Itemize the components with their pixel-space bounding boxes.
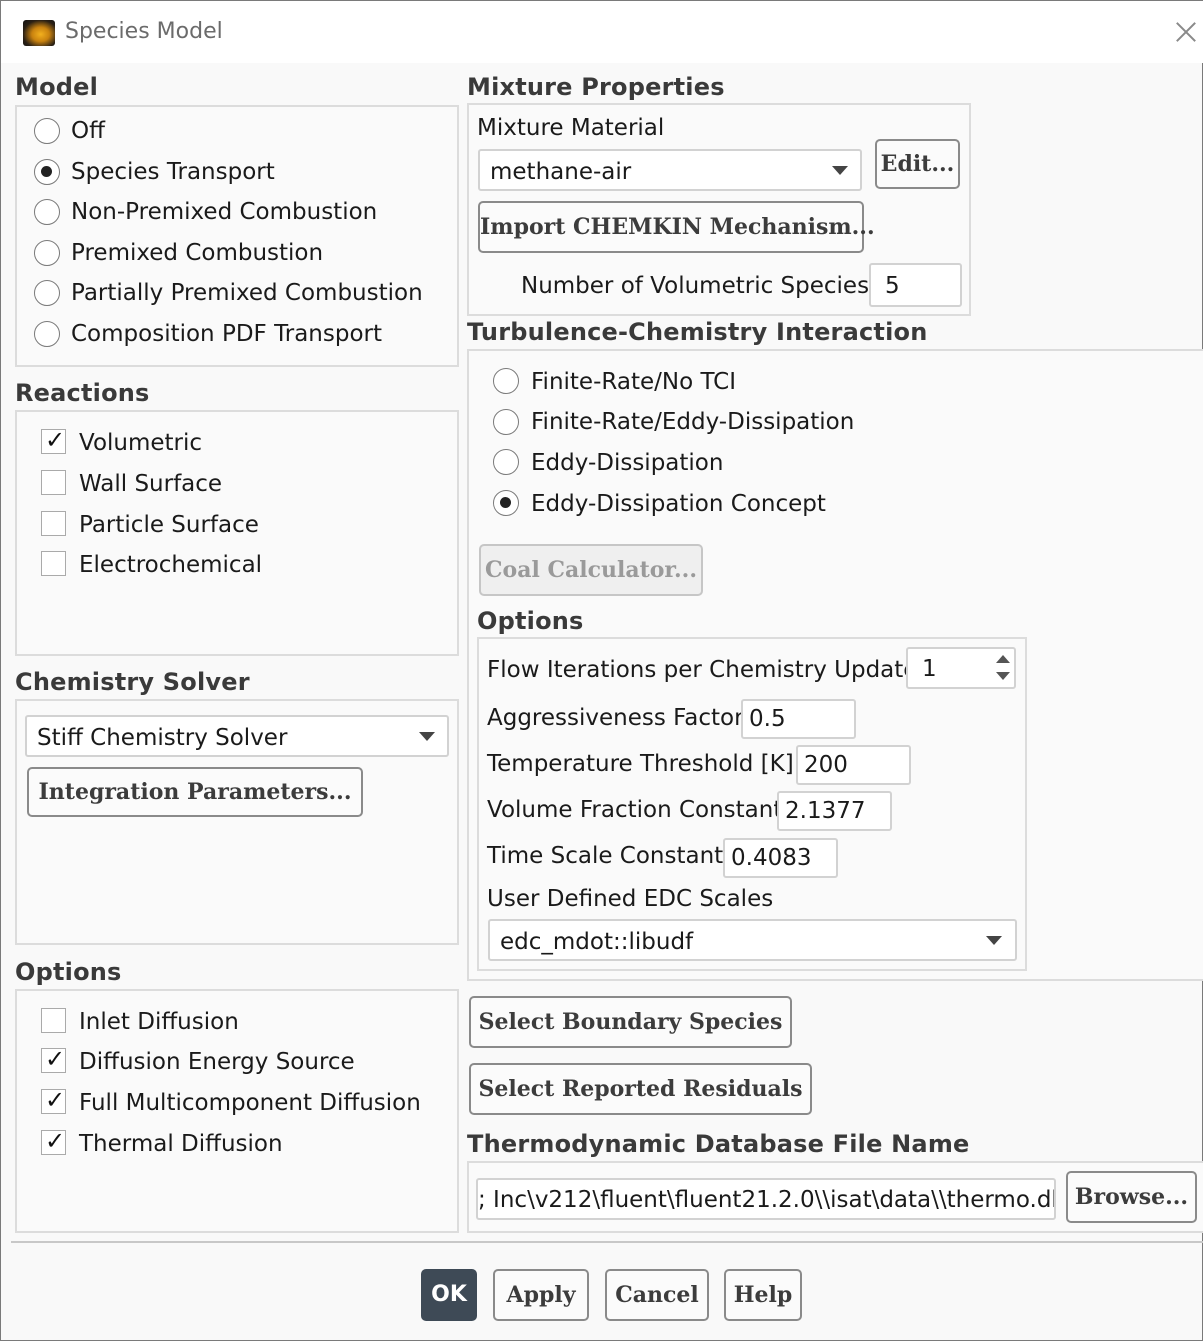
checkbox-particle-surface-label[interactable]: Particle Surface [79,512,259,538]
window-title: Species Model [65,19,223,44]
coal-calculator-button[interactable]: Coal Calculator... [479,544,703,596]
volume-fraction-constant-field[interactable]: 2.1377 [777,791,892,831]
radio-eddy-dissipation[interactable] [493,449,519,475]
edit-mixture-button[interactable]: Edit... [875,139,960,189]
radio-species-transport-label[interactable]: Species Transport [71,159,275,185]
fluent-app-icon [23,20,55,46]
checkbox-diffusion-energy-source[interactable]: ✓ [41,1045,66,1073]
checkbox-diffusion-energy-source-label[interactable]: Diffusion Energy Source [79,1049,355,1075]
species-model-dialog: Species Model Model Off Species Transpor… [0,0,1203,1341]
radio-off[interactable] [34,118,60,144]
chevron-down-icon [832,166,848,175]
mixture-material-select[interactable]: methane-air [478,149,862,191]
volumetric-species-label: Number of Volumetric Species [521,273,870,299]
radio-finite-rate-eddy-dissipation[interactable] [493,409,519,435]
volumetric-species-field[interactable]: 5 [869,263,962,307]
checkbox-full-multicomponent-diffusion-label[interactable]: Full Multicomponent Diffusion [79,1090,421,1116]
select-boundary-species-button[interactable]: Select Boundary Species [469,996,792,1048]
radio-composition-pdf-transport-label[interactable]: Composition PDF Transport [71,321,382,347]
checkbox-electrochemical[interactable] [41,551,66,576]
radio-non-premixed-combustion[interactable] [34,199,60,225]
thermo-db-path-value: ; Inc\v212\fluent\fluent21.2.0\\isat\dat… [478,1187,1056,1213]
browse-button[interactable]: Browse... [1066,1171,1197,1223]
checkmark-icon: ✓ [45,1045,66,1073]
checkbox-wall-surface[interactable] [41,470,66,495]
chemistry-solver-section-title: Chemistry Solver [15,668,250,696]
checkmark-icon: ✓ [45,1086,66,1114]
volumetric-species-value: 5 [885,273,900,299]
title-bar: Species Model [1,1,1203,63]
temperature-threshold-field[interactable]: 200 [796,745,911,785]
reactions-section-title: Reactions [15,379,150,407]
options-left-section-title: Options [15,958,122,986]
radio-non-premixed-combustion-label[interactable]: Non-Premixed Combustion [71,199,377,225]
checkbox-thermal-diffusion[interactable]: ✓ [41,1127,66,1155]
spin-down-icon[interactable] [996,672,1010,680]
time-scale-constant-value: 0.4083 [731,845,812,871]
checkbox-full-multicomponent-diffusion[interactable]: ✓ [41,1086,66,1114]
checkbox-inlet-diffusion[interactable] [41,1008,66,1033]
mixture-material-value: methane-air [490,159,632,185]
select-reported-residuals-button[interactable]: Select Reported Residuals [469,1063,812,1115]
checkbox-wall-surface-label[interactable]: Wall Surface [79,471,222,497]
checkbox-particle-surface[interactable] [41,511,66,536]
radio-species-transport[interactable] [34,159,60,185]
import-chemkin-button[interactable]: Import CHEMKIN Mechanism... [478,201,875,253]
flow-iterations-value: 1 [922,656,937,682]
checkbox-thermal-diffusion-label[interactable]: Thermal Diffusion [79,1131,283,1157]
close-icon[interactable] [1171,17,1201,47]
chevron-down-icon [986,936,1002,945]
aggressiveness-factor-field[interactable]: 0.5 [741,699,856,739]
thermo-db-section-title: Thermodynamic Database File Name [467,1130,970,1158]
flow-iterations-spinner[interactable]: 1 [906,647,1016,689]
radio-composition-pdf-transport[interactable] [34,321,60,347]
aggressiveness-factor-label: Aggressiveness Factor [487,705,744,731]
temperature-threshold-value: 200 [804,752,848,778]
chemistry-solver-value: Stiff Chemistry Solver [37,725,288,751]
radio-premixed-combustion-label[interactable]: Premixed Combustion [71,240,323,266]
checkbox-inlet-diffusion-label[interactable]: Inlet Diffusion [79,1009,239,1035]
integration-parameters-button[interactable]: Integration Parameters... [27,767,363,817]
model-section-title: Model [15,73,99,101]
volume-fraction-constant-label: Volume Fraction Constant [487,797,783,823]
apply-button[interactable]: Apply [493,1269,589,1321]
mixture-properties-section-title: Mixture Properties [467,73,725,101]
radio-eddy-dissipation-label[interactable]: Eddy-Dissipation [531,450,723,476]
mixture-material-label: Mixture Material [477,115,665,141]
options-right-section-title: Options [477,607,584,635]
footer-divider [11,1241,1203,1243]
chemistry-solver-select[interactable]: Stiff Chemistry Solver [25,715,449,757]
volume-fraction-constant-value: 2.1377 [785,798,866,824]
time-scale-constant-label: Time Scale Constant [487,843,724,869]
aggressiveness-factor-value: 0.5 [749,706,786,732]
radio-eddy-dissipation-concept-label[interactable]: Eddy-Dissipation Concept [531,491,826,517]
radio-off-label[interactable]: Off [71,118,105,144]
radio-premixed-combustion[interactable] [34,240,60,266]
user-defined-edc-scales-select[interactable]: edc_mdot::libudf [488,919,1017,961]
checkmark-icon: ✓ [45,426,66,454]
help-button[interactable]: Help [724,1269,802,1321]
tci-section-title: Turbulence-Chemistry Interaction [467,318,928,346]
radio-partially-premixed-combustion-label[interactable]: Partially Premixed Combustion [71,280,423,306]
chevron-down-icon [419,732,435,741]
ok-button[interactable]: OK [421,1269,477,1321]
user-defined-edc-scales-value: edc_mdot::libudf [500,929,694,955]
radio-finite-rate-no-tci-label[interactable]: Finite-Rate/No TCI [531,369,736,395]
radio-partially-premixed-combustion[interactable] [34,280,60,306]
radio-eddy-dissipation-concept[interactable] [493,490,519,516]
time-scale-constant-field[interactable]: 0.4083 [723,838,838,878]
cancel-button[interactable]: Cancel [605,1269,709,1321]
checkbox-volumetric-label[interactable]: Volumetric [79,430,202,456]
thermo-db-path-field[interactable]: ; Inc\v212\fluent\fluent21.2.0\\isat\dat… [476,1178,1056,1220]
radio-finite-rate-eddy-dissipation-label[interactable]: Finite-Rate/Eddy-Dissipation [531,409,854,435]
spin-up-icon[interactable] [996,655,1010,663]
temperature-threshold-label: Temperature Threshold [K] [487,751,794,777]
checkbox-volumetric[interactable]: ✓ [41,426,66,454]
checkmark-icon: ✓ [45,1127,66,1155]
checkbox-electrochemical-label[interactable]: Electrochemical [79,552,262,578]
radio-finite-rate-no-tci[interactable] [493,368,519,394]
user-defined-edc-scales-label: User Defined EDC Scales [487,886,774,912]
flow-iterations-label: Flow Iterations per Chemistry Update [487,657,918,683]
